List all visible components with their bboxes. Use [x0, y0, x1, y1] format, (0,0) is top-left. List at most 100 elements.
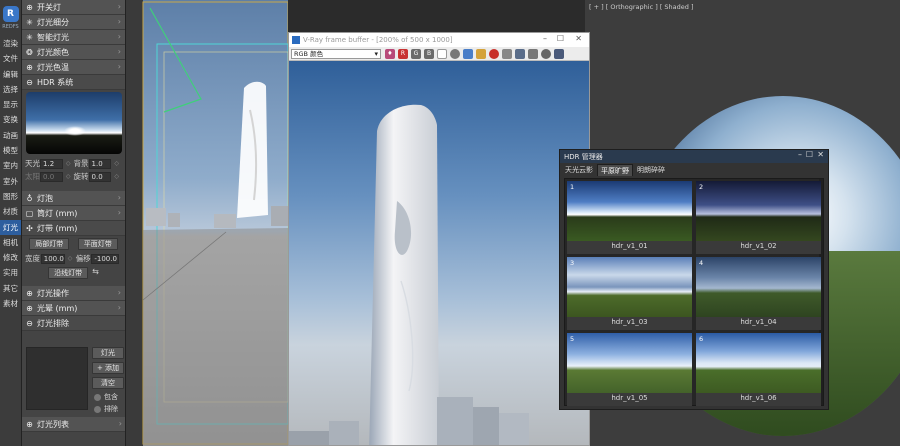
- alpha-icon[interactable]: [437, 48, 447, 59]
- hdr-category-tabs: 天光云影 平原旷野 明朗碎碎: [560, 163, 828, 176]
- rollout-strip-light[interactable]: ✣ 灯带 (mm): [22, 221, 125, 236]
- sidebar-tab[interactable]: 室外: [0, 174, 21, 189]
- hdr-thumbnail-item[interactable]: 4 hdr_v1_04: [696, 257, 821, 330]
- hdr-tab[interactable]: 天光云影: [562, 164, 596, 176]
- hdr-thumbnail-image: [567, 257, 692, 317]
- hdr-item-number: 1: [570, 183, 575, 191]
- hdr-thumbnail-grid: 1 hdr_v1_01 2 hdr_v1_02 3 hdr_v1_03 4 hdr_v1_04…: [564, 178, 824, 406]
- sidebar-tab[interactable]: 其它: [0, 281, 21, 296]
- strip-offset-input[interactable]: -100.0: [91, 253, 119, 264]
- hdr-thumbnail-item[interactable]: 3 hdr_v1_03: [567, 257, 692, 330]
- hdr-thumbnail-item[interactable]: 5 hdr_v1_05: [567, 333, 692, 406]
- swap-icon[interactable]: ⇆: [92, 267, 99, 279]
- logo-label: REDFS: [2, 24, 19, 30]
- include-radio[interactable]: 包含: [92, 392, 124, 402]
- hdr-item-number: 4: [699, 259, 704, 267]
- rollout-rollouts_bottom-1[interactable]: ⊕ 光晕 (mm) ›: [22, 301, 125, 316]
- maximize-icon[interactable]: ☐: [557, 34, 564, 43]
- stop-icon[interactable]: [541, 48, 551, 59]
- exclude-radio[interactable]: 排除: [92, 404, 124, 414]
- hdr-thumbnail-item[interactable]: 6 hdr_v1_06: [696, 333, 821, 406]
- rollout-rollouts_mid-0[interactable]: ♁ 灯泡 ›: [22, 191, 125, 206]
- spinner-icon[interactable]: ◇: [66, 160, 72, 167]
- mono-icon[interactable]: [450, 48, 460, 59]
- hdr-thumbnail-item[interactable]: 1 hdr_v1_01: [567, 181, 692, 254]
- sidebar-tab[interactable]: 素材: [0, 296, 21, 311]
- region-render-icon[interactable]: [515, 48, 525, 59]
- plane-strip-button[interactable]: 平面灯带: [77, 238, 118, 250]
- spinner-icon[interactable]: ◇: [66, 173, 72, 180]
- viewport-geometry: [142, 1, 288, 446]
- sky-intensity-input[interactable]: 1.2: [40, 158, 63, 169]
- sidebar-tab[interactable]: 模型: [0, 143, 21, 158]
- vfb-titlebar[interactable]: V-Ray frame buffer - [200% of 500 x 1000…: [289, 33, 589, 47]
- duplicate-icon[interactable]: [502, 48, 512, 59]
- hdr-manager-title: HDR 管理器: [564, 152, 603, 161]
- blue-channel-icon[interactable]: B: [424, 48, 434, 59]
- rollout-rollouts_top-3[interactable]: ❂ 灯光颜色 ›: [22, 45, 125, 60]
- hdr-manager-titlebar[interactable]: HDR 管理器 – ☐ ✕: [560, 150, 828, 163]
- close-icon[interactable]: ✕: [817, 150, 824, 159]
- rollout-rollouts_bottom-0[interactable]: ⊕ 灯光操作 ›: [22, 286, 125, 301]
- redfs-logo-icon[interactable]: R: [2, 6, 19, 22]
- save-icon[interactable]: [463, 48, 473, 59]
- green-channel-icon[interactable]: G: [411, 48, 421, 59]
- sidebar-tab[interactable]: 变换: [0, 112, 21, 127]
- rollout-hdr-system[interactable]: ⊖ HDR 系统: [22, 75, 125, 90]
- hdr-tab[interactable]: 平原旷野: [597, 164, 633, 176]
- rollout-light-list[interactable]: ⊕ 灯光列表 ›: [22, 417, 125, 432]
- sidebar-tab[interactable]: 动画: [0, 128, 21, 143]
- clear-image-icon[interactable]: [489, 48, 499, 59]
- load-icon[interactable]: [476, 48, 486, 59]
- rollout-rollouts_mid-1[interactable]: ▢ 筒灯 (mm) ›: [22, 206, 125, 221]
- minimize-icon[interactable]: –: [798, 150, 802, 159]
- spinner-icon[interactable]: ◇: [68, 255, 74, 262]
- hdr-tab[interactable]: 明朗碎碎: [634, 164, 668, 176]
- along-line-strip-button[interactable]: 沿线灯带: [48, 267, 89, 279]
- hdr-preview-thumbnail[interactable]: [26, 92, 122, 154]
- spinner-icon[interactable]: ◇: [114, 173, 120, 180]
- sidebar-tab[interactable]: 编辑: [0, 67, 21, 82]
- exclude-list[interactable]: [26, 347, 88, 410]
- spinner-icon[interactable]: ◇: [114, 160, 120, 167]
- rotation-input[interactable]: 0.0: [88, 171, 112, 182]
- sidebar-tab[interactable]: 文件: [0, 51, 21, 66]
- render-icon[interactable]: [554, 48, 564, 59]
- sidebar-tab[interactable]: 室内: [0, 158, 21, 173]
- rollout-rollouts_top-4[interactable]: ⊕ 灯光色温 ›: [22, 60, 125, 75]
- close-icon[interactable]: ✕: [575, 34, 582, 43]
- sidebar-tab[interactable]: 相机: [0, 235, 21, 250]
- tracking-icon[interactable]: ♦: [385, 48, 395, 59]
- vfb-title: V-Ray frame buffer - [200% of 500 x 1000…: [303, 36, 453, 44]
- hdr-item-name: hdr_v1_02: [740, 242, 777, 250]
- sidebar-tab[interactable]: 渲染: [0, 36, 21, 51]
- add-button[interactable]: + 添加: [92, 362, 124, 374]
- clear-button[interactable]: 清空: [92, 377, 124, 389]
- perspective-viewport[interactable]: [126, 0, 288, 446]
- sidebar-tab[interactable]: 显示: [0, 97, 21, 112]
- viewport-label[interactable]: [ + ] [ Orthographic ] [ Shaded ]: [589, 3, 694, 11]
- sidebar-tab[interactable]: 修改: [0, 250, 21, 265]
- rollout-light-exclude[interactable]: ⊖ 灯光排除: [22, 316, 125, 331]
- vfb-render-image[interactable]: [289, 61, 589, 445]
- background-intensity-input[interactable]: 1.0: [88, 158, 112, 169]
- sun-intensity-input[interactable]: 0.0: [40, 171, 63, 182]
- sidebar-tab[interactable]: 图形: [0, 189, 21, 204]
- rollout-rollouts_top-1[interactable]: ✳ 灯光细分 ›: [22, 15, 125, 30]
- local-strip-button[interactable]: 局部灯带: [29, 238, 70, 250]
- sidebar-tab[interactable]: 选择: [0, 82, 21, 97]
- light-button[interactable]: 灯光: [92, 347, 124, 359]
- strip-width-input[interactable]: 100.0: [40, 253, 65, 264]
- red-channel-icon[interactable]: R: [398, 48, 408, 59]
- hdr-thumbnail-item[interactable]: 2 hdr_v1_02: [696, 181, 821, 254]
- vfb-toolbar: RGB 颜色 ♦ R G B: [289, 47, 589, 61]
- maximize-icon[interactable]: ☐: [806, 150, 813, 159]
- minimize-icon[interactable]: –: [543, 34, 547, 43]
- link-icon[interactable]: [528, 48, 538, 59]
- channel-select[interactable]: RGB 颜色: [291, 48, 381, 59]
- rollout-rollouts_top-2[interactable]: ✳ 智能灯光 ›: [22, 30, 125, 45]
- sidebar-tab[interactable]: 灯光: [0, 219, 21, 235]
- sidebar-tab[interactable]: 实用: [0, 265, 21, 280]
- sidebar-tab[interactable]: 材质: [0, 204, 21, 219]
- rollout-rollouts_top-0[interactable]: ⊕ 开关灯 ›: [22, 0, 125, 15]
